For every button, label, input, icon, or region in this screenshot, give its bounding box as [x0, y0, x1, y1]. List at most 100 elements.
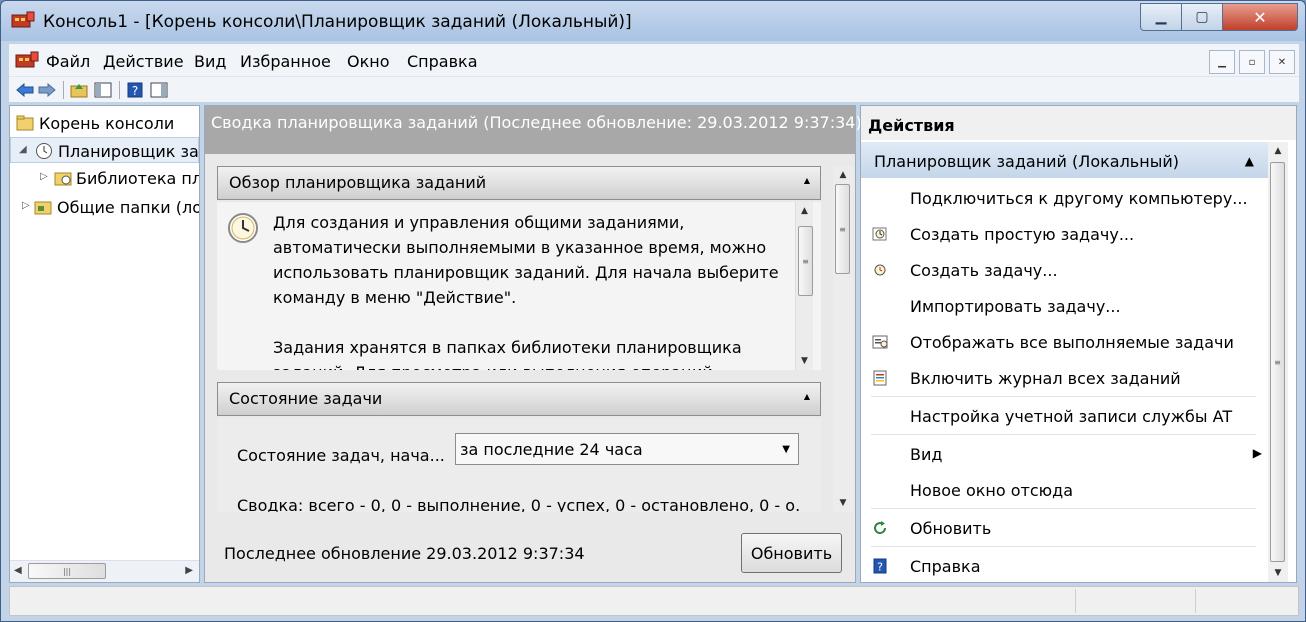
- create-task-icon: [874, 264, 886, 276]
- results-pane: Сводка планировщика заданий (Последнее о…: [204, 105, 862, 583]
- action-create-task[interactable]: Создать задачу...: [861, 252, 1268, 288]
- results-scrollbar[interactable]: ▲ ≡ ▼: [833, 166, 853, 512]
- action-help[interactable]: ? Справка: [861, 548, 1268, 584]
- svg-text:?: ?: [877, 561, 883, 574]
- up-folder-icon[interactable]: [69, 80, 89, 100]
- app-window: Консоль1 - [Корень консоли\Планировщик з…: [0, 0, 1306, 622]
- tree-item-shared-folders[interactable]: ▷ Общие папки (локальные): [10, 194, 199, 220]
- toolbar-separator: [119, 81, 120, 99]
- scroll-left-icon[interactable]: ◀: [14, 565, 22, 576]
- dropdown-arrow-icon[interactable]: ▼: [782, 444, 790, 455]
- collapse-icon[interactable]: ▲: [804, 176, 810, 185]
- collapse-group-icon[interactable]: ▲: [1245, 154, 1254, 168]
- mmc-console-icon: [11, 11, 35, 28]
- menu-bar: Файл Действие Вид Избранное Окно Справка…: [9, 44, 1299, 76]
- mdi-close-button[interactable]: ✕: [1269, 50, 1295, 74]
- overview-scrollbar[interactable]: ▲ ≡ ▼: [795, 202, 813, 370]
- overview-section-body: Для создания и управления общими задания…: [217, 202, 821, 370]
- mdi-minimize-button[interactable]: ▁: [1209, 50, 1235, 74]
- tree-item-task-scheduler[interactable]: ◢ Планировщик заданий (Локальный): [10, 137, 199, 163]
- task-status-section-header[interactable]: Состояние задачи ▲: [217, 382, 821, 416]
- tree-item-scheduler-library[interactable]: ▷ Библиотека планировщика заданий: [10, 165, 199, 191]
- library-folder-icon: [54, 172, 72, 186]
- expanded-arrow-icon[interactable]: ◢: [19, 144, 27, 155]
- title-bar[interactable]: Консоль1 - [Корень консоли\Планировщик з…: [1, 1, 1305, 41]
- shared-folders-icon: [34, 201, 52, 215]
- scroll-up-icon[interactable]: ▲: [1268, 142, 1288, 160]
- window-title: Консоль1 - [Корень консоли\Планировщик з…: [43, 12, 632, 32]
- toolbar-separator: [63, 81, 64, 99]
- actions-separator: [871, 434, 1256, 435]
- action-import-task[interactable]: Импортировать задачу...: [861, 288, 1268, 324]
- overview-text: Для создания и управления общими задания…: [273, 213, 779, 370]
- results-footer: Последнее обновление 29.03.2012 9:37:34 …: [205, 512, 855, 582]
- maximize-button[interactable]: ▢: [1181, 3, 1223, 31]
- scrollbar-thumb[interactable]: |||: [28, 563, 106, 579]
- collapsed-arrow-icon[interactable]: ▷: [22, 200, 30, 211]
- refresh-icon: [874, 521, 887, 535]
- scrollbar-thumb[interactable]: ≡: [1270, 162, 1285, 562]
- status-bar-cell: [1195, 589, 1196, 613]
- action-show-running-tasks[interactable]: Отображать все выполняемые задачи: [861, 324, 1268, 360]
- menu-window[interactable]: Окно: [347, 52, 390, 71]
- action-view-submenu[interactable]: Вид ▶: [861, 436, 1268, 472]
- task-status-section-body: Состояние задач, нача... за последние 24…: [217, 418, 821, 515]
- folder-icon: [16, 115, 34, 131]
- svg-text:?: ?: [132, 84, 138, 98]
- collapsed-arrow-icon[interactable]: ▷: [40, 171, 48, 182]
- actions-separator: [871, 508, 1256, 509]
- forward-arrow-icon[interactable]: [37, 80, 57, 100]
- summary-header: Сводка планировщика заданий (Последнее о…: [205, 106, 862, 154]
- action-new-window-from-here[interactable]: Новое окно отсюда: [861, 472, 1268, 508]
- action-enable-history[interactable]: Включить журнал всех заданий: [861, 360, 1268, 396]
- mmc-console-icon[interactable]: [15, 49, 39, 71]
- history-log-icon: [873, 370, 887, 386]
- tree-item-console-root[interactable]: Корень консоли: [10, 110, 199, 136]
- clock-icon: [228, 213, 258, 243]
- menu-help[interactable]: Справка: [407, 52, 478, 71]
- status-period-select[interactable]: за последние 24 часа ▼: [455, 433, 799, 465]
- actions-pane: Действия Планировщик заданий (Локальный)…: [860, 105, 1297, 583]
- collapse-icon[interactable]: ▲: [804, 392, 810, 401]
- status-bar: [9, 586, 1299, 616]
- menu-favorites[interactable]: Избранное: [240, 52, 331, 71]
- scroll-up-icon[interactable]: ▲: [796, 202, 813, 220]
- mdi-restore-button[interactable]: ▫: [1239, 50, 1265, 74]
- action-at-service-account[interactable]: Настройка учетной записи службы AT: [861, 398, 1268, 434]
- scroll-down-icon[interactable]: ▼: [833, 494, 853, 512]
- minimize-button[interactable]: ▁: [1140, 3, 1182, 31]
- clock-icon: [36, 143, 52, 159]
- create-basic-task-icon: [872, 227, 887, 241]
- running-tasks-icon: [872, 335, 888, 349]
- menu-action[interactable]: Действие: [103, 52, 184, 71]
- last-update-text: Последнее обновление 29.03.2012 9:37:34: [224, 544, 585, 563]
- back-arrow-icon[interactable]: [15, 80, 35, 100]
- status-bar-cell: [1075, 589, 1076, 613]
- actions-group-header[interactable]: Планировщик заданий (Локальный) ▲: [861, 142, 1268, 178]
- action-connect-other-computer[interactable]: Подключиться к другому компьютеру...: [861, 180, 1268, 216]
- actions-header: Действия: [861, 106, 1296, 140]
- action-refresh[interactable]: Обновить: [861, 510, 1268, 546]
- menu-file[interactable]: Файл: [46, 52, 90, 71]
- scroll-right-icon[interactable]: ▶: [185, 565, 193, 576]
- actions-separator: [871, 546, 1256, 547]
- submenu-arrow-icon: ▶: [1252, 446, 1262, 460]
- help-icon[interactable]: ?: [125, 80, 145, 100]
- help-icon: ?: [873, 558, 887, 574]
- action-create-basic-task[interactable]: Создать простую задачу...: [861, 216, 1268, 252]
- console-tree: Корень консоли ◢ Планировщик заданий (Ло…: [9, 105, 200, 583]
- overview-section-header[interactable]: Обзор планировщика заданий ▲: [217, 166, 821, 200]
- show-action-pane-icon[interactable]: [149, 80, 169, 100]
- horizontal-scrollbar[interactable]: ◀ ||| ▶: [10, 560, 199, 582]
- refresh-button[interactable]: Обновить: [741, 533, 842, 573]
- scrollbar-thumb[interactable]: ≡: [798, 226, 813, 296]
- actions-scrollbar[interactable]: ▲ ≡ ▼: [1268, 142, 1288, 582]
- scroll-down-icon[interactable]: ▼: [1268, 564, 1288, 582]
- scrollbar-thumb[interactable]: ≡: [835, 184, 850, 274]
- toolbar: ?: [9, 76, 1299, 102]
- show-tree-icon[interactable]: [93, 80, 113, 100]
- menu-view[interactable]: Вид: [194, 52, 226, 71]
- scroll-down-icon[interactable]: ▼: [796, 352, 813, 370]
- scroll-up-icon[interactable]: ▲: [833, 166, 853, 184]
- close-button[interactable]: ✕: [1222, 3, 1298, 31]
